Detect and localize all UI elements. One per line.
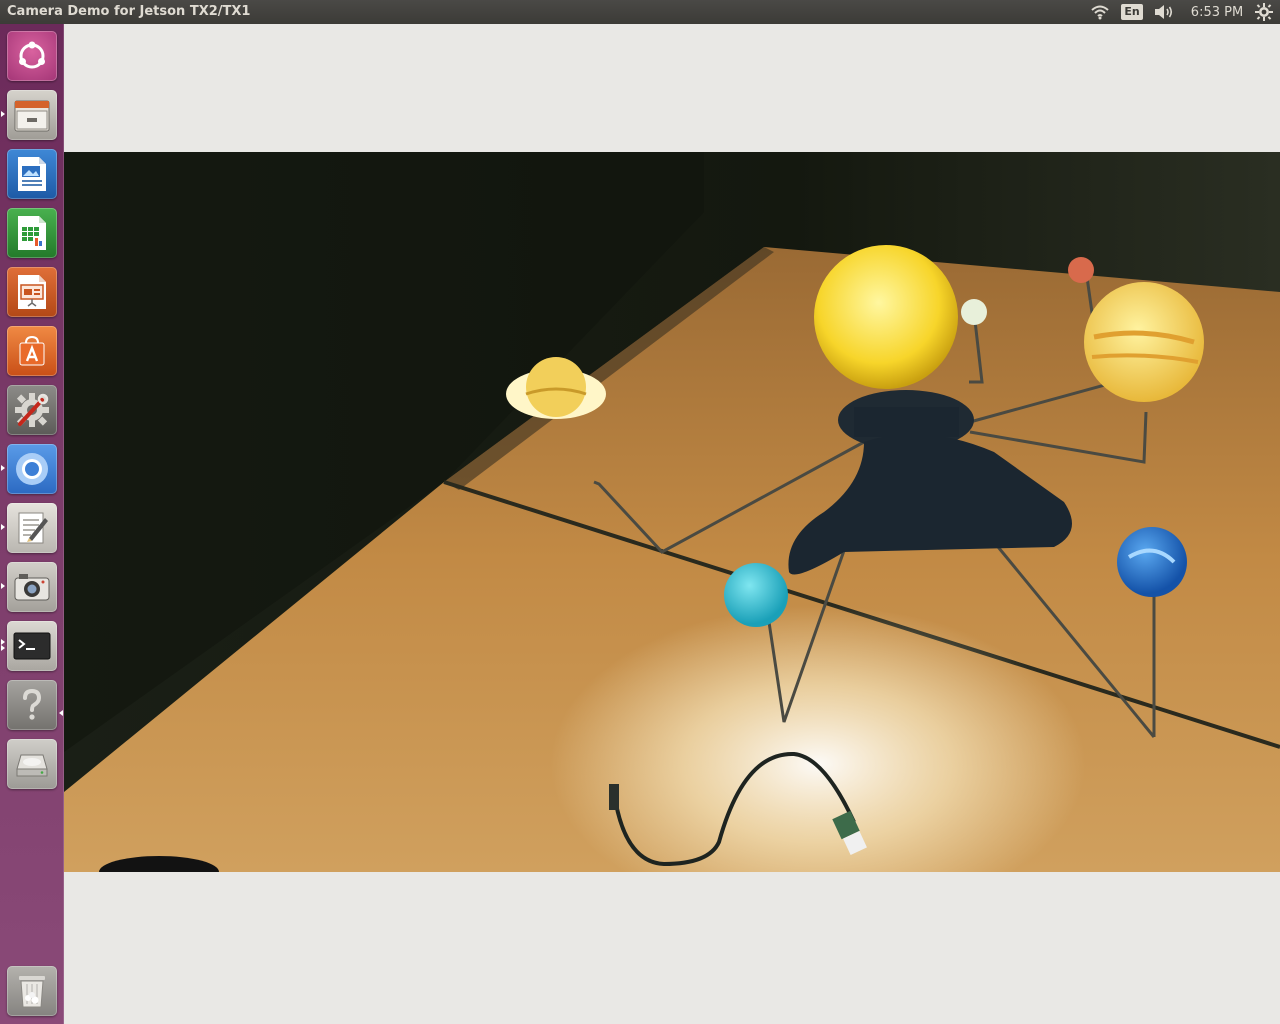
launcher-item-system-settings[interactable] [7, 385, 57, 435]
launcher-item-disk[interactable] [7, 739, 57, 789]
help-question-icon [23, 688, 42, 720]
shopping-bag-icon [19, 335, 45, 366]
terminal-icon [13, 632, 51, 660]
camera-icon [14, 574, 50, 601]
running-indicator [1, 583, 5, 589]
launcher-item-chromium[interactable] [7, 444, 57, 494]
top-panel: Camera Demo for Jetson TX2/TX1 En 6:53 P… [0, 0, 1280, 24]
disk-drive-icon [16, 754, 48, 777]
wifi-indicator[interactable] [1088, 0, 1112, 24]
focus-indicator [59, 701, 63, 720]
keyboard-language-indicator[interactable]: En [1121, 0, 1143, 24]
launcher-item-files[interactable] [7, 90, 57, 140]
launcher-item-terminal[interactable] [7, 621, 57, 671]
launcher-item-calc[interactable] [7, 208, 57, 258]
launcher-item-writer[interactable] [7, 149, 57, 199]
spreadsheet-calc-icon [18, 216, 46, 250]
presentation-impress-icon [18, 275, 46, 309]
language-label: En [1121, 4, 1143, 20]
window-title: Camera Demo for Jetson TX2/TX1 [7, 4, 251, 19]
text-editor-icon [18, 512, 48, 544]
launcher [0, 24, 64, 1024]
running-indicator [1, 524, 5, 530]
file-cabinet-icon [14, 100, 50, 132]
launcher-item-camera[interactable] [7, 562, 57, 612]
document-writer-icon [18, 157, 46, 191]
speaker-icon [1155, 5, 1173, 19]
clock-label: 6:53 PM [1190, 4, 1244, 20]
trash-icon [19, 976, 45, 1008]
gear-icon [1255, 3, 1273, 21]
session-indicator[interactable] [1252, 0, 1276, 24]
camera-preview [64, 152, 1280, 872]
launcher-item-help[interactable] [7, 680, 57, 730]
launcher-item-dash[interactable] [7, 31, 57, 81]
wifi-icon [1091, 5, 1109, 20]
launcher-item-software-center[interactable] [7, 326, 57, 376]
launcher-item-trash[interactable] [7, 966, 57, 1016]
clock-indicator[interactable]: 6:53 PM [1188, 0, 1246, 24]
launcher-item-text-editor[interactable] [7, 503, 57, 553]
ubuntu-logo-icon [19, 41, 45, 69]
running-indicator [1, 465, 5, 471]
settings-tools-icon [15, 393, 49, 427]
sound-indicator[interactable] [1152, 0, 1176, 24]
running-indicator [1, 111, 5, 117]
running-indicator [1, 645, 5, 651]
launcher-item-impress[interactable] [7, 267, 57, 317]
chromium-browser-icon [16, 453, 48, 485]
camera-frame-image [64, 152, 1280, 872]
